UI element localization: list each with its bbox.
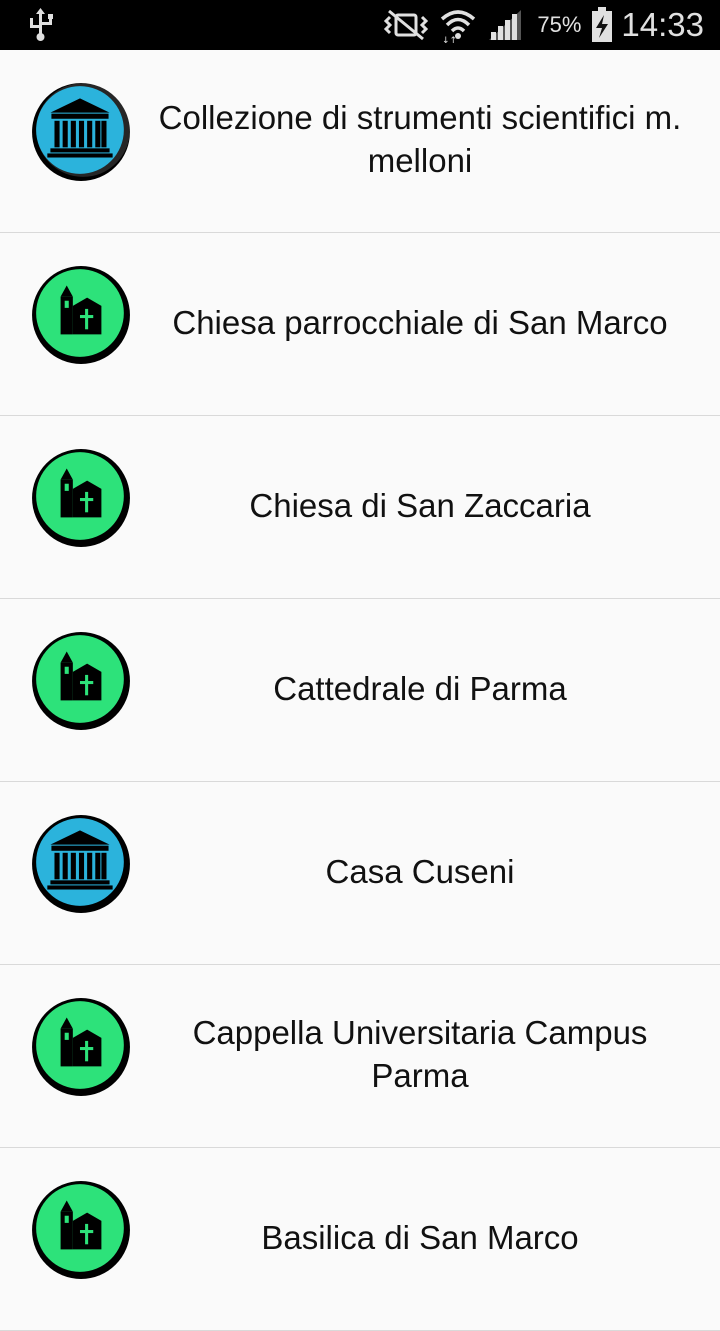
place-name: Basilica di San Marco	[261, 1218, 579, 1256]
list-item[interactable]: Chiesa di San Zaccaria	[0, 416, 720, 599]
church-icon	[32, 449, 130, 547]
status-icons: ↓↑ 75% 14:33	[373, 0, 704, 50]
list-item[interactable]: Cattedrale di Parma	[0, 599, 720, 782]
place-name: Cappella Universitaria Campus Parma	[192, 1014, 648, 1094]
list-item[interactable]: Cappella Universitaria Campus Parma	[0, 965, 720, 1148]
signal-icon	[489, 10, 522, 40]
usb-icon	[30, 8, 53, 41]
place-name: Casa Cuseni	[325, 852, 515, 890]
church-icon	[32, 632, 130, 730]
museum-icon	[32, 83, 130, 181]
place-name: Chiesa di San Zaccaria	[249, 486, 591, 524]
battery-percent: 75%	[537, 12, 582, 37]
places-list: Collezione di strumenti scientifici m. m…	[0, 50, 720, 1331]
list-item[interactable]: Collezione di strumenti scientifici m. m…	[0, 50, 720, 233]
battery-charging-icon	[592, 7, 613, 42]
list-item[interactable]: Casa Cuseni	[0, 782, 720, 965]
wifi-icon: ↓↑	[441, 10, 476, 43]
list-item[interactable]: Basilica di San Marco	[0, 1148, 720, 1331]
church-icon	[32, 1181, 130, 1279]
museum-icon	[32, 815, 130, 913]
vibrate-mute-icon	[384, 9, 429, 41]
svg-text:↓↑: ↓↑	[442, 36, 457, 43]
status-bar: ↓↑ 75% 14:33	[0, 0, 720, 50]
place-name: Collezione di strumenti scientifici m. m…	[158, 99, 682, 179]
list-item[interactable]: Chiesa parrocchiale di San Marco	[0, 233, 720, 416]
church-icon	[32, 266, 130, 364]
clock: 14:33	[621, 6, 704, 43]
church-icon	[32, 998, 130, 1096]
place-name: Cattedrale di Parma	[273, 669, 567, 707]
place-name: Chiesa parrocchiale di San Marco	[172, 303, 668, 341]
